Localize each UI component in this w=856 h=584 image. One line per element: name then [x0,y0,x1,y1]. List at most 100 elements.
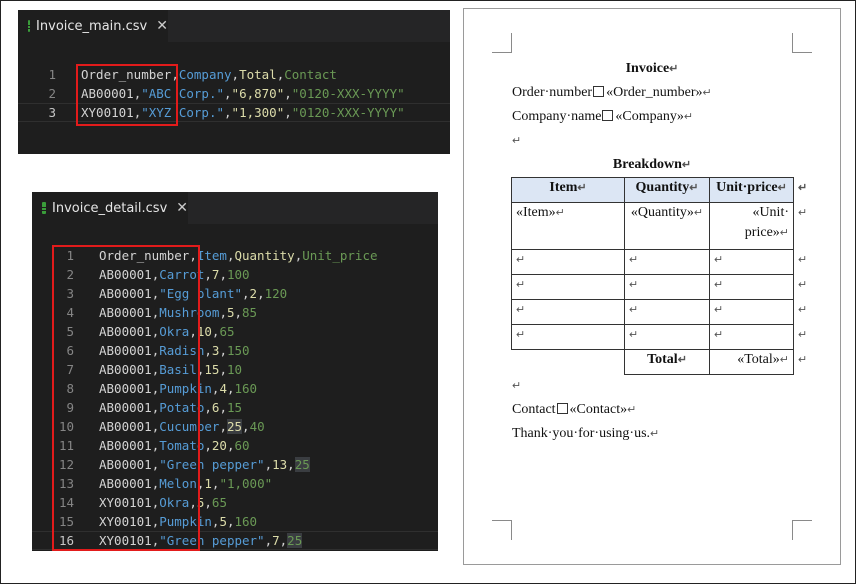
detail-csv-tab[interactable]: Invoice_detail.csv ✕ [32,192,188,224]
csv-token: 5 [219,514,227,529]
total-label: Total↵ [624,349,710,375]
table-cell[interactable]: ↵ [511,299,625,325]
csv-token: 20 [211,438,227,453]
thanks-line: Thank·you·for·using·us.↵ [512,426,660,441]
csv-token: , [204,438,212,453]
breakdown-table[interactable]: Item↵ Quantity↵ Unit·price↵ ↵ «Item»↵ «Q… [511,177,812,375]
total-row: Total↵ «Total»↵ ↵ [512,349,812,375]
row-end-mark: ↵ [798,353,808,366]
order-number-label: Order·number [512,85,593,100]
csv-token: 160 [234,514,258,529]
main-csv-tab[interactable]: Invoice_main.csv ✕ [18,10,168,42]
table-cell[interactable]: ↵ [511,324,625,350]
crop-mark [792,520,812,540]
csv-token: , [226,381,235,396]
table-cell[interactable]: ↵ [709,299,794,325]
quantity-merge-field[interactable]: «Quantity»↵ [624,202,710,250]
space-mark-icon [593,86,605,97]
item-merge-field[interactable]: «Item»↵ [511,202,625,250]
csv-token: 25 [294,457,310,472]
header-unit-price: Unit·price↵ [709,177,794,203]
csv-token: 65 [219,324,235,339]
csv-token: 15 [204,362,220,377]
csv-token: 85 [242,305,258,320]
table-cell[interactable]: ↵ [624,324,710,350]
table-cell[interactable]: ↵ [624,299,710,325]
contact-label: Contact [512,402,556,417]
row-end-mark: ↵ [798,206,808,219]
csv-token: 65 [211,495,227,510]
table-cell[interactable]: ↵ [709,324,794,350]
company-merge-field[interactable]: «Company» [615,109,683,124]
empty-cell [512,350,625,375]
csv-token: "1,300" [231,105,285,120]
csv-token: 13 [272,457,288,472]
document-title: Invoice↵ [625,61,679,76]
csv-token: 40 [249,419,265,434]
csv-token: , [264,457,273,472]
table-row: ↵ ↵ ↵ ↵ [511,274,812,300]
csv-token: , [224,105,232,120]
contact-merge-field[interactable]: «Contact» [570,402,628,417]
csv-token: , [204,400,212,415]
csv-token: 150 [226,343,250,358]
unit-price-merge-field[interactable]: «Unit· price»↵ [709,202,794,250]
csv-token: 100 [226,267,250,282]
csv-token: , [231,67,240,82]
total-merge-field[interactable]: «Total»↵ [709,349,794,375]
csv-token: , [257,286,265,301]
crop-mark [492,33,512,53]
table-cell[interactable]: ↵ [511,274,625,300]
order-number-column-highlight [52,245,200,551]
table-row: ↵ ↵ ↵ ↵ [511,299,812,325]
empty-paragraph: ↵ [512,380,522,392]
csv-token: 10 [226,362,243,377]
csv-token: 7 [272,533,280,548]
crop-mark [792,33,812,53]
detail-tab-bar: Invoice_detail.csv ✕ [32,192,438,224]
main-tab-title: Invoice_main.csv [36,18,148,34]
detail-csv-editor[interactable]: Invoice_detail.csv ✕ 1 Order_number,Item,… [32,192,438,551]
csv-token: , [224,86,232,101]
empty-paragraph: ↵ [512,135,522,147]
table-cell[interactable]: ↵ [624,249,710,275]
table-cell[interactable]: ↵ [511,249,625,275]
table-cell[interactable]: ↵ [709,274,794,300]
csv-token: , [219,305,227,320]
csv-token: "1,000" [219,476,273,491]
csv-token: , [242,286,250,301]
csv-token: , [219,419,227,434]
line-number: 2 [48,86,56,101]
table-cell[interactable]: ↵ [709,249,794,275]
line-number: 1 [48,67,56,82]
csv-token: 120 [264,286,288,301]
csv-token: , [264,533,273,548]
table-row: ↵ ↵ ↵ ↵ [511,249,812,275]
csv-token: , [219,362,227,377]
csv-file-icon [28,20,35,32]
csv-token: "6,870" [231,86,285,101]
order-number-merge-field[interactable]: «Order_number» [606,85,702,100]
main-tab-bar: Invoice_main.csv ✕ [18,10,450,42]
table-header-row: Item↵ Quantity↵ Unit·price↵ ↵ [511,177,812,203]
csv-token: Unit_price [302,248,378,263]
space-mark-icon [602,110,614,121]
main-csv-editor[interactable]: Invoice_main.csv ✕ 1 Order_number,Company… [18,10,450,154]
csv-token: "0120-XXX-YYYY" [291,86,405,101]
table-cell[interactable]: ↵ [624,274,710,300]
row-end-mark: ↵ [798,278,808,291]
close-icon[interactable]: ✕ [156,18,168,34]
header-quantity: Quantity↵ [624,177,710,203]
close-icon[interactable]: ✕ [176,200,188,216]
detail-tab-title: Invoice_detail.csv [52,200,168,216]
csv-token: 25 [226,419,243,434]
contact-line: Contact «Contact»↵ [512,402,637,417]
csv-token: , [242,419,250,434]
table-row: «Item»↵ «Quantity»↵ «Unit· price»↵ ↵ [511,202,812,250]
csv-token: 5 [226,305,235,320]
csv-token: , [226,438,235,453]
csv-token: , [219,400,227,415]
invoice-document-page[interactable]: Invoice↵ Order·number «Order_number» ↵ Com… [463,8,841,565]
order-number-line: Order·number «Order_number»↵ [512,85,712,100]
csv-token: , [204,267,212,282]
